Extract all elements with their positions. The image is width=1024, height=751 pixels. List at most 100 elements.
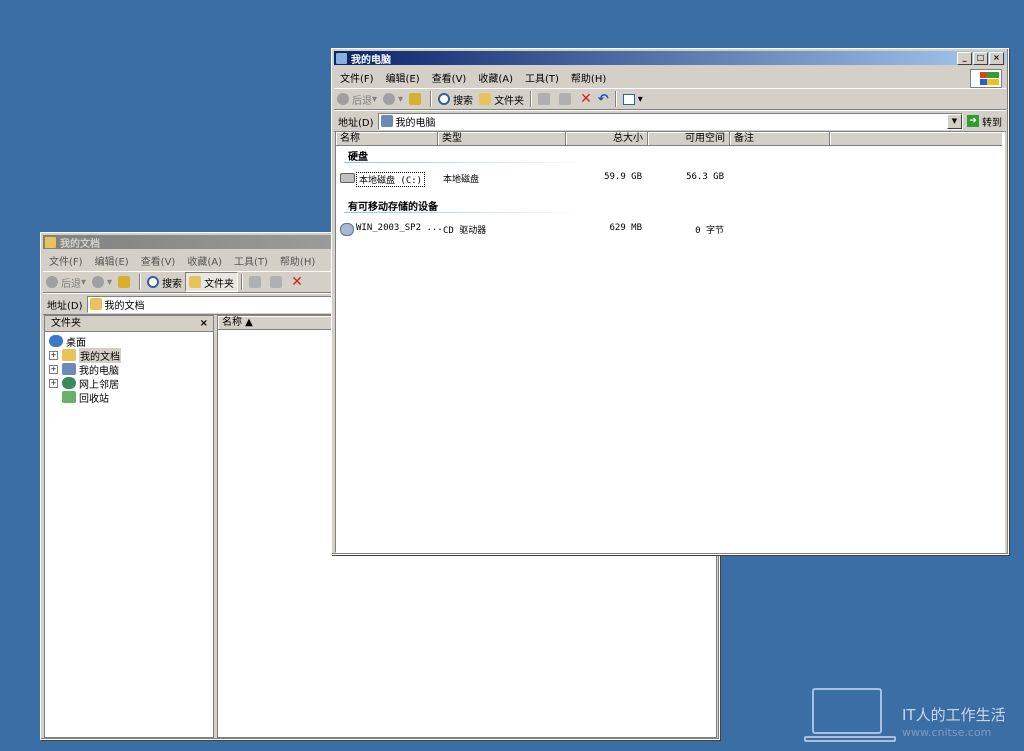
item-free-space: 56.3 GB <box>686 172 724 182</box>
address-label: 地址(D) <box>338 117 374 129</box>
menu-view[interactable]: 查看(V) <box>426 70 473 85</box>
column-name[interactable]: 名称 ▲ <box>218 316 338 330</box>
minimize-icon[interactable]: _ <box>957 52 972 65</box>
list-item-local-disk[interactable]: 本地磁盘 (C:) 本地磁盘 59.9 GB 56.3 GB <box>340 172 740 187</box>
network-icon <box>62 377 76 389</box>
watermark-text: IT人的工作生活 <box>902 706 1006 724</box>
my-computer-window[interactable]: 我的电脑 _ □ × 文件(F) 编辑(E) 查看(V) 收藏(A) 工具(T)… <box>331 48 1009 555</box>
undo-button[interactable]: ↶ <box>595 90 612 108</box>
address-input[interactable]: 我的电脑 ▼ <box>377 112 963 130</box>
column-total-size[interactable]: 总大小 <box>566 132 648 146</box>
copy-to-button[interactable] <box>556 90 577 108</box>
tree-item-recycle-bin[interactable]: 回收站 <box>49 390 109 405</box>
move-to-button[interactable] <box>246 273 267 291</box>
copy-to-button[interactable] <box>267 273 288 291</box>
menu-file[interactable]: 文件(F) <box>334 70 380 85</box>
hard-disk-icon <box>340 173 355 183</box>
back-arrow-icon <box>337 93 349 105</box>
views-icon <box>622 93 635 105</box>
menu-favorites[interactable]: 收藏(A) <box>181 253 228 268</box>
go-button[interactable]: ➔ 转到 <box>963 114 1006 129</box>
tree-item-network[interactable]: + 网上邻居 <box>49 376 119 391</box>
folders-icon <box>189 276 202 288</box>
tree-item-my-documents[interactable]: + 我的文档 <box>49 347 121 363</box>
move-to-icon <box>249 276 262 288</box>
search-button[interactable]: 搜索 <box>435 90 476 108</box>
move-to-button[interactable] <box>535 90 556 108</box>
forward-arrow-icon <box>383 93 396 105</box>
expand-icon[interactable]: + <box>49 378 58 388</box>
delete-button[interactable]: ✕ <box>288 273 306 291</box>
folders-pane-title: 文件夹 <box>51 318 81 329</box>
delete-icon: ✕ <box>580 91 592 107</box>
menu-help[interactable]: 帮助(H) <box>565 70 612 85</box>
menu-bar: 文件(F) 编辑(E) 查看(V) 收藏(A) 工具(T) 帮助(H) <box>334 68 1006 88</box>
search-icon <box>147 276 160 288</box>
close-icon[interactable]: × <box>200 316 208 331</box>
back-arrow-icon <box>46 276 58 288</box>
item-total-size: 59.9 GB <box>604 172 642 182</box>
views-button[interactable]: ▾ <box>620 90 646 108</box>
item-name: 本地磁盘 (C:) <box>356 172 426 187</box>
folders-button[interactable]: 文件夹 <box>476 90 527 108</box>
my-computer-icon <box>336 52 347 64</box>
item-name: WIN_2003_SP2 ... <box>356 223 443 233</box>
title-bar[interactable]: 我的电脑 _ □ × <box>334 51 1006 66</box>
group-header-hard-disks: 硬盘 <box>348 152 368 163</box>
folders-icon <box>479 93 492 105</box>
list-item-cd-drive[interactable]: WIN_2003_SP2 ... CD 驱动器 629 MB 0 字节 <box>340 223 740 237</box>
undo-icon: ↶ <box>597 91 609 107</box>
expand-icon[interactable]: + <box>49 364 58 374</box>
address-label: 地址(D) <box>47 300 83 312</box>
forward-button[interactable]: ▾ <box>380 90 406 108</box>
maximize-icon[interactable]: □ <box>973 52 988 65</box>
column-comments[interactable]: 备注 <box>730 132 830 146</box>
windows-logo-icon <box>970 69 1002 88</box>
menu-edit[interactable]: 编辑(E) <box>89 253 135 268</box>
column-free-space[interactable]: 可用空间 <box>648 132 730 146</box>
expand-icon[interactable]: + <box>49 350 58 360</box>
cd-drive-icon <box>340 223 354 236</box>
separator <box>530 91 533 107</box>
menu-help[interactable]: 帮助(H) <box>274 253 321 268</box>
window-controls: _ □ × <box>956 52 1004 65</box>
item-type: 本地磁盘 <box>443 175 480 185</box>
separator <box>139 274 142 290</box>
my-computer-icon <box>62 363 76 375</box>
column-type[interactable]: 类型 <box>438 132 566 146</box>
address-value: 我的电脑 <box>395 117 436 129</box>
dropdown-arrow-icon[interactable]: ▼ <box>947 113 962 129</box>
back-button[interactable]: 后退 ▾ <box>43 273 89 291</box>
item-type: CD 驱动器 <box>443 226 487 236</box>
close-icon[interactable]: × <box>989 52 1004 65</box>
menu-favorites[interactable]: 收藏(A) <box>472 70 519 85</box>
menu-edit[interactable]: 编辑(E) <box>380 70 426 85</box>
delete-button[interactable]: ✕ <box>577 90 595 108</box>
item-free-space: 0 字节 <box>695 226 724 236</box>
watermark-url: www.cnitse.com <box>902 726 992 739</box>
search-button[interactable]: 搜索 <box>144 273 185 291</box>
file-list: 名称 类型 总大小 可用空间 备注 硬盘 本地磁盘 (C:) 本地磁盘 59.9… <box>335 131 1005 553</box>
copy-to-icon <box>270 276 283 288</box>
folder-icon <box>89 298 102 310</box>
up-button[interactable] <box>115 273 136 291</box>
delete-icon: ✕ <box>291 274 303 290</box>
move-to-icon <box>538 93 551 105</box>
group-header-removable: 有可移动存储的设备 <box>348 202 438 213</box>
tree-item-my-computer[interactable]: + 我的电脑 <box>49 362 119 377</box>
folder-icon <box>45 236 56 248</box>
my-computer-icon <box>380 115 393 127</box>
folders-button[interactable]: 文件夹 <box>185 272 239 292</box>
back-button[interactable]: 后退 ▾ <box>334 90 380 108</box>
group-divider <box>344 162 584 163</box>
forward-arrow-icon <box>92 276 105 288</box>
address-bar: 地址(D) 我的电脑 ▼ ➔ 转到 <box>334 110 1006 132</box>
menu-tools[interactable]: 工具(T) <box>519 70 565 85</box>
menu-tools[interactable]: 工具(T) <box>228 253 274 268</box>
up-button[interactable] <box>406 90 427 108</box>
forward-button[interactable]: ▾ <box>89 273 115 291</box>
column-name[interactable]: 名称 <box>336 132 438 146</box>
menu-view[interactable]: 查看(V) <box>135 253 182 268</box>
tree-item-desktop[interactable]: 桌面 <box>49 334 86 349</box>
menu-file[interactable]: 文件(F) <box>43 253 89 268</box>
